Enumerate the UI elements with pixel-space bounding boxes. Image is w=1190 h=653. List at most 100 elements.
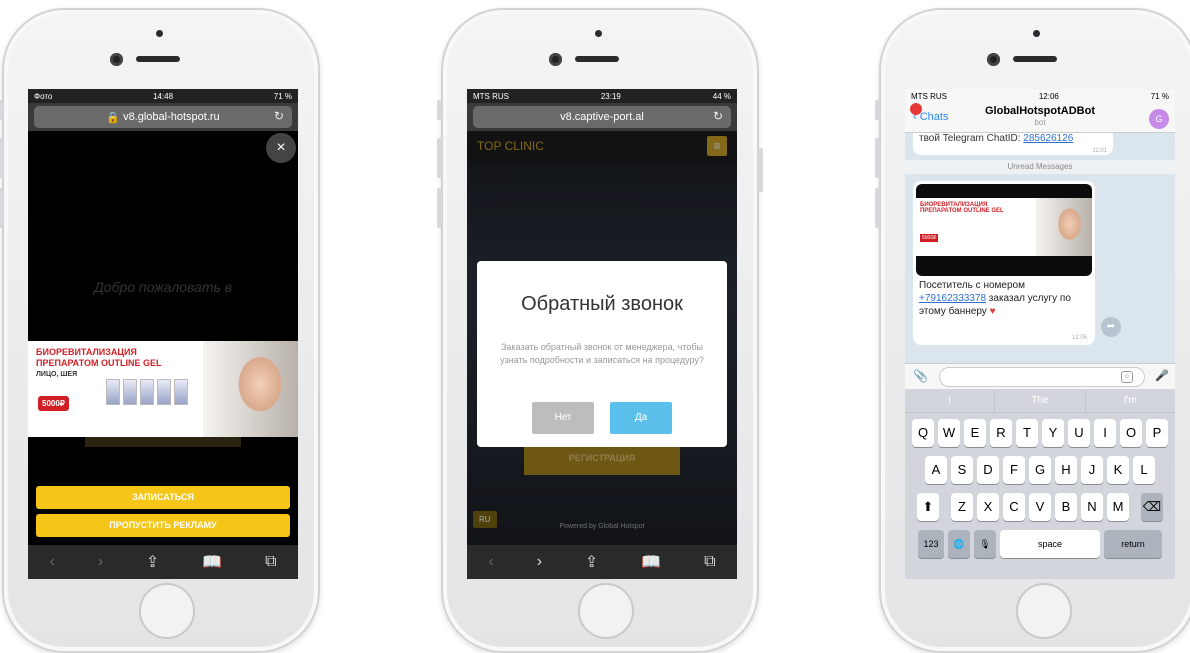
attach-icon[interactable]: 📎 <box>913 369 928 383</box>
phone-number-link[interactable]: +79162333378 <box>919 293 986 304</box>
bookmarks-icon[interactable]: 📖 <box>641 552 661 572</box>
key-p[interactable]: P <box>1146 419 1168 447</box>
no-button[interactable]: Нет <box>532 402 594 434</box>
message-text: Посетитель с номером +79162333378 заказа… <box>919 279 1089 318</box>
return-key[interactable]: return <box>1104 530 1162 558</box>
screen-1: Фото 14:48 71 % 🔒 v8.global-hotspot.ru ↻… <box>28 89 298 579</box>
key-n[interactable]: N <box>1081 493 1103 521</box>
sensor <box>549 53 562 66</box>
chat-id-link[interactable]: 285626126 <box>1023 133 1073 144</box>
back-icon[interactable]: ‹ <box>488 553 493 571</box>
modal-title: Обратный звонок <box>521 293 683 315</box>
dictation-mic-icon[interactable]: 🎙 <box>974 530 996 558</box>
key-u[interactable]: U <box>1068 419 1090 447</box>
backspace-key[interactable]: ⌫ <box>1141 493 1163 521</box>
mic-icon[interactable]: 🎤 <box>1155 369 1169 382</box>
key-f[interactable]: F <box>1003 456 1025 484</box>
front-camera <box>1033 30 1040 37</box>
key-d[interactable]: D <box>977 456 999 484</box>
share-icon[interactable]: ⇪ <box>585 552 598 572</box>
key-m[interactable]: M <box>1107 493 1129 521</box>
ad-banner[interactable]: БИОРЕВИТАЛИЗАЦИЯ ПРЕПАРАТОМ OUTLINE GEL … <box>28 341 298 437</box>
banner-title: БИОРЕВИТАЛИЗАЦИЯ ПРЕПАРАТОМ OUTLINE GEL <box>36 347 162 368</box>
url-field[interactable]: v8.captive-port.al ↻ <box>473 106 731 128</box>
close-ad-button[interactable]: × <box>266 133 296 163</box>
key-c[interactable]: C <box>1003 493 1025 521</box>
key-a[interactable]: A <box>925 456 947 484</box>
key-t[interactable]: T <box>1016 419 1038 447</box>
suggestion-3[interactable]: I'm <box>1086 389 1175 412</box>
screen-2: MTS RUS 23:19 44 % v8.captive-port.al ↻ … <box>467 89 737 579</box>
forward-icon[interactable]: › <box>537 553 542 571</box>
key-y[interactable]: Y <box>1042 419 1064 447</box>
key-i[interactable]: I <box>1094 419 1116 447</box>
signup-button[interactable]: ЗАПИСАТЬСЯ <box>36 486 290 509</box>
key-v[interactable]: V <box>1029 493 1051 521</box>
thumb-price: 5000₽ <box>920 234 939 242</box>
status-bar: Фото 14:48 71 % <box>28 89 298 103</box>
key-h[interactable]: H <box>1055 456 1077 484</box>
banner-thumbnail[interactable]: БИОРЕВИТАЛИЗАЦИЯ ПРЕПАРАТОМ OUTLINE GEL … <box>916 184 1092 276</box>
numbers-key[interactable]: 123 <box>918 530 944 558</box>
welcome-text: Добро пожаловать в <box>93 279 233 295</box>
status-bar: MTS RUS 23:19 44 % <box>467 89 737 103</box>
shift-key[interactable]: ⬆ <box>917 493 939 521</box>
tabs-icon[interactable]: ⧉ <box>704 553 715 571</box>
reload-icon[interactable]: ↻ <box>274 109 284 123</box>
suggestion-1[interactable]: I <box>905 389 996 412</box>
forward-icon[interactable]: ➦ <box>1101 317 1121 337</box>
earpiece-speaker <box>575 56 619 62</box>
volume-down-button <box>0 188 3 228</box>
model-face-image <box>203 341 298 437</box>
key-z[interactable]: Z <box>951 493 973 521</box>
key-x[interactable]: X <box>977 493 999 521</box>
message-bubble[interactable]: БИОРЕВИТАЛИЗАЦИЯ ПРЕПАРАТОМ OUTLINE GEL … <box>913 181 1095 345</box>
sticker-icon[interactable]: ☺ <box>1121 371 1133 383</box>
space-key[interactable]: space <box>1000 530 1100 558</box>
phone-3: MTS RUS 12:06 71 % ‹ Chats GlobalHotspot… <box>875 8 1190 653</box>
carrier-label: Фото <box>34 91 53 101</box>
safari-toolbar: ‹ › ⇪ 📖 ⧉ <box>467 545 737 579</box>
key-g[interactable]: G <box>1029 456 1051 484</box>
key-q[interactable]: Q <box>912 419 934 447</box>
time-label: 14:48 <box>153 91 174 101</box>
front-camera <box>156 30 163 37</box>
keyboard-spacer <box>1133 493 1137 521</box>
bookmarks-icon[interactable]: 📖 <box>202 552 222 572</box>
key-o[interactable]: O <box>1120 419 1142 447</box>
keyboard-row-1: Q W E R T Y U I O P <box>905 419 1175 447</box>
key-l[interactable]: L <box>1133 456 1155 484</box>
suggestion-2[interactable]: The <box>995 389 1086 412</box>
lock-icon: 🔒 <box>106 111 124 124</box>
home-button[interactable] <box>139 583 195 639</box>
reload-icon[interactable]: ↻ <box>713 109 723 123</box>
bot-name[interactable]: GlobalHotspotADBot <box>905 105 1175 117</box>
keyboard: I The I'm Q W E R T Y U I O P A S D F G … <box>905 389 1175 579</box>
key-b[interactable]: B <box>1055 493 1077 521</box>
heart-icon: ♥ <box>989 306 996 317</box>
back-icon[interactable]: ‹ <box>49 553 54 571</box>
key-s[interactable]: S <box>951 456 973 484</box>
skip-ad-button[interactable]: ПРОПУСТИТЬ РЕКЛАМУ <box>36 514 290 537</box>
modal-body: Заказать обратный звонок от менеджера, ч… <box>500 342 704 365</box>
share-icon[interactable]: ⇪ <box>146 552 159 572</box>
home-button[interactable] <box>578 583 634 639</box>
url-field[interactable]: 🔒 v8.global-hotspot.ru ↻ <box>34 106 292 128</box>
phone-1: Фото 14:48 71 % 🔒 v8.global-hotspot.ru ↻… <box>0 8 320 653</box>
message-input[interactable] <box>939 367 1145 387</box>
home-button[interactable] <box>1016 583 1072 639</box>
key-j[interactable]: J <box>1081 456 1103 484</box>
earpiece-speaker <box>1013 56 1057 62</box>
key-e[interactable]: E <box>964 419 986 447</box>
tabs-icon[interactable]: ⧉ <box>265 553 276 571</box>
key-w[interactable]: W <box>938 419 960 447</box>
key-r[interactable]: R <box>990 419 1012 447</box>
key-k[interactable]: K <box>1107 456 1129 484</box>
yes-button[interactable]: Да <box>610 402 672 434</box>
volume-down-button <box>437 188 442 228</box>
url-text: v8.captive-port.al <box>560 111 644 123</box>
suggestion-bar: I The I'm <box>905 389 1175 413</box>
globe-icon[interactable]: 🌐 <box>948 530 970 558</box>
avatar[interactable]: G <box>1149 109 1169 129</box>
forward-icon[interactable]: › <box>98 553 103 571</box>
